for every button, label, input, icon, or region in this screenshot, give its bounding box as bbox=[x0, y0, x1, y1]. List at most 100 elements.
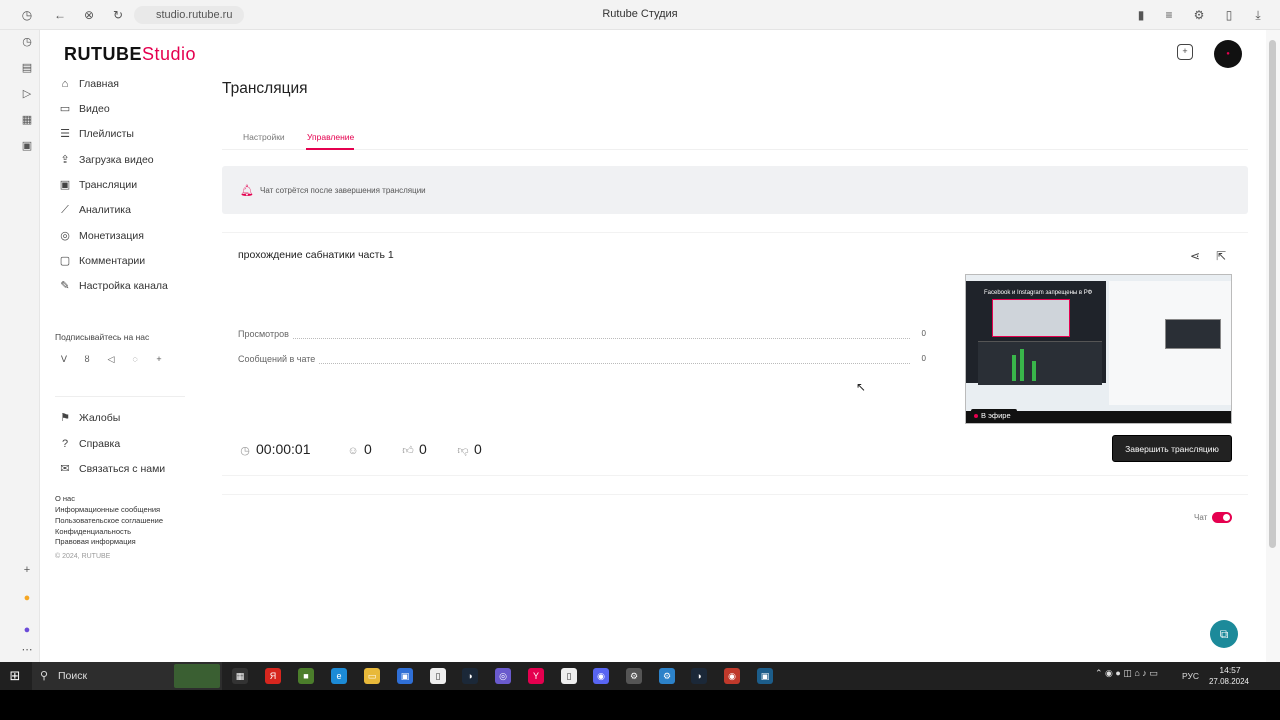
forward-icon[interactable]: ⊗ bbox=[81, 7, 97, 23]
steam-icon[interactable]: ◑ bbox=[691, 668, 707, 684]
preview-headline: Facebook и Instagram запрещены в РФ bbox=[984, 290, 1093, 296]
scrollbar-thumb[interactable] bbox=[1269, 40, 1276, 548]
address-bar[interactable]: studio.rutube.ru bbox=[134, 6, 244, 24]
edge-icon[interactable]: e bbox=[331, 668, 347, 684]
logo-studio: Studio bbox=[142, 44, 197, 64]
bookmark-icon[interactable]: ▮ bbox=[1133, 7, 1149, 23]
history-icon[interactable]: ◷ bbox=[19, 7, 35, 23]
thumbs-up-icon: 👍︎ bbox=[402, 445, 414, 457]
clock-time[interactable]: 14:57 bbox=[1210, 665, 1250, 675]
telegram-icon[interactable]: ◁ bbox=[104, 352, 118, 366]
sidebar-item-broadcasts[interactable]: ▣ Трансляции bbox=[54, 175, 204, 195]
footer-link[interactable]: Конфиденциальность bbox=[55, 527, 131, 536]
rutube-studio-logo[interactable]: RUTUBEStudio bbox=[64, 44, 196, 65]
tab-settings[interactable]: Настройки bbox=[243, 132, 285, 142]
sidebar-item-playlists[interactable]: ☰ Плейлисты bbox=[54, 124, 204, 144]
avatar[interactable]: ● bbox=[1214, 40, 1242, 68]
yandex-browser-icon[interactable]: Y bbox=[528, 668, 544, 684]
ok-icon[interactable]: ȣ bbox=[80, 352, 94, 366]
sidebar-item-upload[interactable]: ⇪ Загрузка видео bbox=[54, 150, 204, 170]
dislikes-metric: 👎︎ 0 bbox=[456, 441, 481, 461]
thumbs-down-icon: 👎︎ bbox=[457, 445, 469, 457]
extensions-icon[interactable]: ⚙ bbox=[1191, 7, 1207, 23]
end-stream-button[interactable]: Завершить трансляцию bbox=[1112, 435, 1232, 462]
footer-link[interactable]: Правовая информация bbox=[55, 537, 136, 546]
preview-audio-mixer bbox=[978, 341, 1102, 385]
menu-icon[interactable]: ≡ bbox=[1161, 7, 1177, 23]
viber-icon[interactable]: ◌ bbox=[128, 352, 142, 366]
play-icon[interactable]: ▷ bbox=[19, 86, 35, 102]
app-icon[interactable]: ● bbox=[19, 590, 35, 606]
document-icon[interactable]: ▯ bbox=[430, 668, 446, 684]
footer-link[interactable]: О нас bbox=[55, 494, 75, 503]
store-icon[interactable]: ▣ bbox=[397, 668, 413, 684]
sidebar-item-analytics[interactable]: ⟋ Аналитика bbox=[54, 200, 204, 220]
app-icon[interactable]: ⚙ bbox=[659, 668, 675, 684]
chat-toggle[interactable] bbox=[1212, 512, 1232, 523]
sidebar-item-complaints[interactable]: ⚑ Жалобы bbox=[54, 408, 204, 428]
app-icon[interactable]: ● bbox=[19, 622, 35, 638]
tab-bar: Настройки Управление bbox=[222, 122, 1248, 150]
sidebar-item-help[interactable]: ? Справка bbox=[54, 434, 204, 454]
audio-level-bar bbox=[1032, 361, 1036, 381]
tab-management[interactable]: Управление bbox=[307, 132, 354, 142]
browser-sidebar: ◷ ▤ ▷ ▦ ▣ + ● ● ⋯ bbox=[0, 30, 40, 662]
screen-bottom-border bbox=[0, 690, 1280, 720]
monetization-icon: ◎ bbox=[60, 230, 70, 242]
steam-icon[interactable]: ◑ bbox=[462, 668, 478, 684]
system-tray-icons[interactable]: ⌃ ◉ ● ◫ ⌂ ♪ ▭ bbox=[1095, 668, 1158, 679]
add-icon[interactable]: + bbox=[19, 562, 35, 578]
collections-icon[interactable]: ▤ bbox=[19, 60, 35, 76]
playlist-icon: ☰ bbox=[60, 128, 70, 140]
support-chat-button[interactable]: ⧉ bbox=[1210, 620, 1238, 648]
page-scrollbar[interactable] bbox=[1266, 30, 1280, 662]
notepad-icon[interactable]: ▯ bbox=[561, 668, 577, 684]
reload-icon[interactable]: ↻ bbox=[110, 7, 126, 23]
chat-panel: Чат bbox=[222, 494, 1248, 662]
share-icon[interactable]: ⋖ bbox=[1190, 249, 1200, 263]
open-external-icon[interactable]: ⇱ bbox=[1216, 249, 1226, 263]
create-icon[interactable]: + bbox=[1177, 44, 1193, 60]
sidebar-divider bbox=[55, 396, 185, 397]
app-icon[interactable]: ▣ bbox=[757, 668, 773, 684]
yandex-icon[interactable]: Я bbox=[265, 668, 281, 684]
sidebar-item-channel-settings[interactable]: ✎ Настройка канала bbox=[54, 276, 204, 296]
windows-start-icon[interactable]: ⊞ bbox=[6, 667, 24, 685]
stat-row-chat-messages: Сообщений в чате 0 bbox=[238, 354, 926, 366]
minecraft-icon[interactable]: ■ bbox=[298, 668, 314, 684]
clock-date[interactable]: 27.08.2024 bbox=[1205, 677, 1253, 686]
analytics-icon: ⟋ bbox=[61, 204, 69, 216]
sidebar-item-video[interactable]: ▭ Видео bbox=[54, 99, 204, 119]
app-icon[interactable]: ◎ bbox=[495, 668, 511, 684]
obs-icon[interactable]: ◉ bbox=[724, 668, 740, 684]
media-icon[interactable]: ▣ bbox=[19, 138, 35, 154]
footer-link[interactable]: Информационные сообщения bbox=[55, 505, 160, 514]
sidebar-item-home[interactable]: ⌂ Главная bbox=[54, 74, 204, 94]
stat-label: Просмотров bbox=[238, 329, 292, 339]
sidebar-item-comments[interactable]: ▢ Комментарии bbox=[54, 251, 204, 271]
sidebar-item-monetization[interactable]: ◎ Монетизация bbox=[54, 226, 204, 246]
discord-icon[interactable]: ◉ bbox=[593, 668, 609, 684]
search-highlight-image bbox=[174, 664, 220, 688]
stat-label: Сообщений в чате bbox=[238, 354, 319, 364]
explorer-icon[interactable]: ▭ bbox=[364, 668, 380, 684]
search-input[interactable]: Поиск bbox=[58, 670, 87, 682]
language-indicator[interactable]: РУС bbox=[1182, 671, 1199, 681]
vk-icon[interactable]: ᐯ bbox=[57, 352, 71, 366]
history-icon[interactable]: ◷ bbox=[19, 34, 35, 50]
download-icon[interactable]: ⤓ bbox=[1250, 7, 1266, 23]
minimize-icon[interactable]: ▯ bbox=[1221, 7, 1237, 23]
task-view-icon[interactable]: ▦ bbox=[232, 668, 248, 684]
back-icon[interactable]: ← bbox=[52, 7, 68, 23]
sidebar-item-contact[interactable]: ✉ Связаться с нами bbox=[54, 459, 204, 479]
stat-value: 0 bbox=[921, 354, 926, 363]
notes-icon[interactable]: ▦ bbox=[19, 112, 35, 128]
settings-icon[interactable]: ⚙ bbox=[626, 668, 642, 684]
sidebar-item-label: Видео bbox=[79, 103, 110, 115]
sidebar-item-label: Главная bbox=[79, 78, 119, 90]
taskbar-search[interactable]: ⚲ Поиск bbox=[32, 662, 222, 690]
footer-link[interactable]: Пользовательское соглашение bbox=[55, 516, 163, 525]
more-social-icon[interactable]: + bbox=[152, 352, 166, 366]
more-icon[interactable]: ⋯ bbox=[19, 642, 35, 658]
stream-preview[interactable]: Facebook и Instagram запрещены в РФ В эф… bbox=[965, 274, 1232, 424]
